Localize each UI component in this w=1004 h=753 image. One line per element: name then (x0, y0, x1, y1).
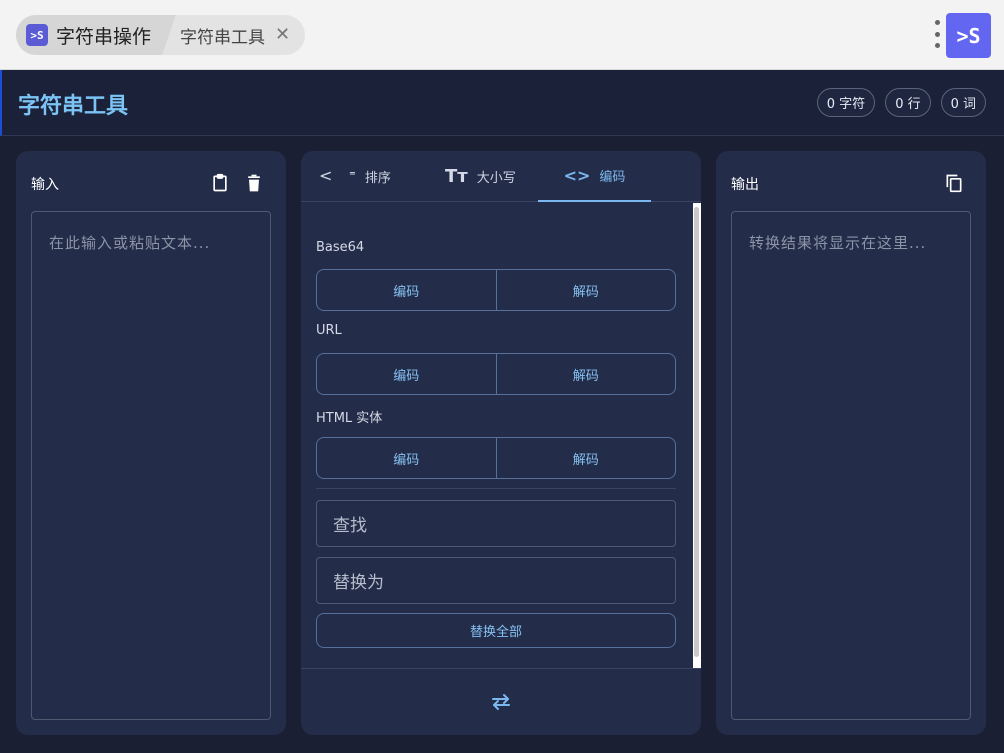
base64-button-group: 编码 解码 (316, 269, 676, 311)
stats-bar: 0 字符 0 行 0 词 (816, 88, 986, 117)
copy-icon[interactable] (944, 173, 964, 193)
section-divider (316, 488, 676, 489)
url-button-group: 编码 解码 (316, 353, 676, 395)
paste-clipboard-icon[interactable] (210, 173, 230, 193)
text-case-icon: Tт (445, 166, 468, 187)
base64-label: Base64 (316, 240, 365, 255)
breadcrumb-current[interactable]: 字符串工具 ✕ (176, 23, 290, 48)
code-icon: <> (563, 166, 591, 185)
find-input[interactable]: 查找 (316, 500, 676, 547)
breadcrumb: >S 字符串操作 字符串工具 ✕ (16, 15, 305, 55)
breadcrumb-root[interactable]: >S 字符串操作 (16, 15, 176, 55)
html-encode-button[interactable]: 编码 (317, 438, 496, 478)
more-options-icon[interactable] (930, 20, 944, 48)
tool-scroll-body: Base64 编码 解码 URL 编码 解码 HTML 实体 编码 解码 查找 … (301, 203, 701, 668)
base64-decode-button[interactable]: 解码 (495, 270, 676, 310)
tab-encode-label: 编码 (599, 170, 626, 185)
swap-icon[interactable] (487, 691, 515, 713)
input-panel: 输入 在此输入或粘贴文本... (16, 151, 286, 735)
html-entity-label: HTML 实体 (316, 411, 383, 426)
close-icon[interactable]: ✕ (275, 26, 290, 44)
app-icon: >S (26, 24, 48, 46)
app-header: 字符串工具 0 字符 0 行 0 词 (0, 70, 1004, 136)
word-count-badge: 0 词 (940, 88, 986, 117)
breadcrumb-root-label: 字符串操作 (56, 25, 152, 48)
trash-icon[interactable] (244, 173, 264, 193)
tab-sort-label: 排序 (364, 171, 391, 186)
url-label: URL (316, 323, 342, 338)
url-decode-button[interactable]: 解码 (495, 354, 676, 394)
input-panel-title: 输入 (31, 177, 59, 193)
page-title: 字符串工具 (18, 94, 129, 119)
output-panel: 输出 转换结果将显示在这里... (716, 151, 986, 735)
base64-encode-button[interactable]: 编码 (317, 270, 496, 310)
url-encode-button[interactable]: 编码 (317, 354, 496, 394)
line-count-badge: 0 行 (885, 88, 931, 117)
sort-icon: ⁼ (349, 169, 356, 184)
html-decode-button[interactable]: 解码 (495, 438, 676, 478)
tab-encode[interactable]: <> 编码 (538, 151, 651, 202)
tool-tabs: < ⁼ 排序 Tт 大小写 <> 编码 (301, 151, 701, 202)
scrollbar-thumb[interactable] (694, 207, 699, 657)
replace-all-button[interactable]: 替换全部 (316, 613, 676, 648)
char-count-badge: 0 字符 (816, 88, 876, 117)
app-logo[interactable]: >S (946, 13, 991, 58)
chevron-left-icon[interactable]: < (319, 166, 332, 185)
output-panel-title: 输出 (731, 177, 759, 193)
title-bar: >S 字符串操作 字符串工具 ✕ >S (0, 0, 1004, 70)
tab-case[interactable]: Tт 大小写 (445, 151, 516, 202)
footer-divider (301, 668, 701, 669)
html-entity-button-group: 编码 解码 (316, 437, 676, 479)
tab-case-label: 大小写 (476, 171, 516, 186)
replace-input[interactable]: 替换为 (316, 557, 676, 604)
input-textarea[interactable]: 在此输入或粘贴文本... (31, 211, 271, 720)
breadcrumb-current-label: 字符串工具 (180, 27, 265, 48)
tool-panel: < ⁼ 排序 Tт 大小写 <> 编码 Base64 编码 解码 URL 编码 … (301, 151, 701, 735)
output-textarea[interactable]: 转换结果将显示在这里... (731, 211, 971, 720)
tab-sort[interactable]: ⁼ 排序 (349, 151, 391, 202)
